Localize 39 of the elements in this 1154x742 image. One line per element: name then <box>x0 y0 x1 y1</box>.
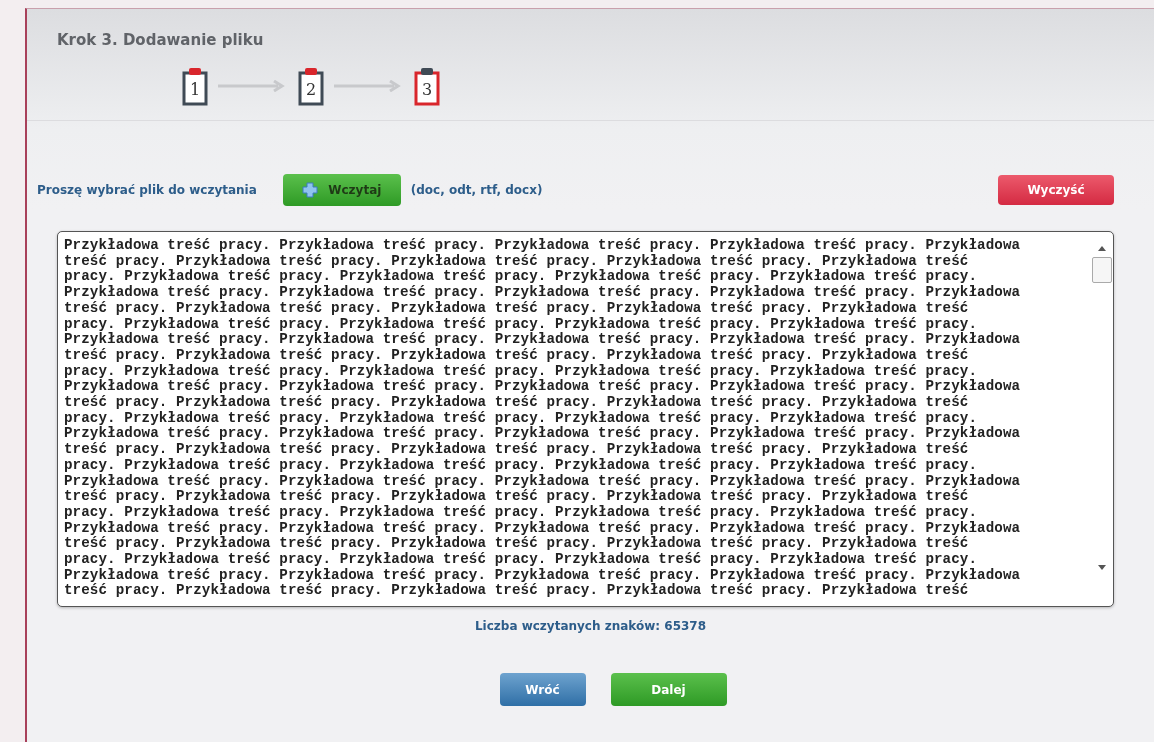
upload-button[interactable]: Wczytaj <box>282 174 401 206</box>
character-count: Liczba wczytanych znaków: 65378 <box>473 619 708 633</box>
back-button[interactable]: Wróć <box>499 673 586 706</box>
text-line: treść pracy. Przykładowa treść pracy. Przykładowa treść pracy. Przykładowa treść pracy. Przykładowa treść <box>64 395 970 411</box>
text-line: Przykładowa treść pracy. Przykładowa treść pracy. Przykładowa treść pracy. Przykładowa treść pracy. Przykładowa <box>64 520 1022 536</box>
text-line: treść pracy. Przykładowa treść pracy. Przykładowa treść pracy. Przykładowa treść pracy. Przykładowa treść <box>64 489 970 505</box>
text-line: Przykładowa treść pracy. Przykładowa treść pracy. Przykładowa treść pracy. Przykładowa treść pracy. Przykładowa <box>64 426 1022 442</box>
text-line: Przykładowa treść pracy. Przykładowa treść pracy. Przykładowa treść pracy. Przykładowa treść pracy. Przykładowa <box>64 285 1022 301</box>
text-line: pracy. Przykładowa treść pracy. Przykładowa treść pracy. Przykładowa treść pracy. Przykładowa treść pracy. <box>64 316 979 332</box>
text-line: treść pracy. Przykładowa treść pracy. Przykładowa treść pracy. Przykładowa treść pracy. Przykładowa treść <box>64 442 970 458</box>
text-area[interactable] <box>57 231 1114 607</box>
text-line: Przykładowa treść pracy. Przykładowa treść pracy. Przykładowa treść pracy. Przykładowa treść pracy. Przykładowa <box>64 379 1022 395</box>
text-line: Przykładowa treść pracy. Przykładowa treść pracy. Przykładowa treść pracy. Przykładowa treść pracy. Przykładowa <box>64 332 1022 348</box>
text-line: Przykładowa treść pracy. Przykładowa treść pracy. Przykładowa treść pracy. Przykładowa treść pracy. Przykładowa <box>64 567 1022 583</box>
text-line: Przykładowa treść pracy. Przykładowa treść pracy. Przykładowa treść pracy. Przykładowa treść pracy. Przykładowa <box>64 473 1022 489</box>
text-line: treść pracy. Przykładowa treść pracy. Przykładowa treść pracy. Przykładowa treść pracy. Przykładowa treść <box>64 300 970 317</box>
text-line: pracy. Przykładowa treść pracy. Przykładowa treść pracy. Przykładowa treść pracy. Przykładowa treść pracy. <box>64 410 979 426</box>
text-line: pracy. Przykładowa treść pracy. Przykładowa treść pracy. Przykładowa treść pracy. Przykładowa treść pracy. <box>64 269 979 285</box>
plus-icon <box>302 182 319 198</box>
step-number: 3 <box>420 80 434 99</box>
next-button[interactable]: Dalej <box>610 673 727 706</box>
text-line: treść pracy. Przykładowa treść pracy. Przykładowa treść pracy. Przykładowa treść pracy. Przykładowa treść <box>64 583 970 600</box>
text-line: pracy. Przykładowa treść pracy. Przykładowa treść pracy. Przykładowa treść pracy. Przykładowa treść pracy. <box>64 457 979 474</box>
scroll-down-icon <box>1098 565 1106 570</box>
step-number: 2 <box>304 80 318 99</box>
text-line: treść pracy. Przykładowa treść pracy. Przykładowa treść pracy. Przykładowa treść pracy. Przykładowa treść <box>64 253 970 269</box>
text-line: treść pracy. Przykładowa treść pracy. Przykładowa treść pracy. Przykładowa treść pracy. Przykładowa treść <box>64 347 970 364</box>
scroll-up-icon <box>1098 246 1106 251</box>
text-line: pracy. Przykładowa treść pracy. Przykładowa treść pracy. Przykładowa treść pracy. Przykładowa treść pracy. <box>64 552 979 568</box>
text-line: Przykładowa treść pracy. Przykładowa treść pracy. Przykładowa treść pracy. Przykładowa treść pracy. Przykładowa <box>64 238 1022 254</box>
upload-prompt: Proszę wybrać plik do wczytania <box>37 183 257 197</box>
clear-button[interactable]: Wyczyść <box>998 175 1114 205</box>
text-line: treść pracy. Przykładowa treść pracy. Przykładowa treść pracy. Przykładowa treść pracy. Przykładowa treść <box>64 536 970 552</box>
file-formats: (doc, odt, rtf, docx) <box>410 183 544 197</box>
page-title: Krok 3. Dodawanie pliku <box>56 30 265 49</box>
step-number: 1 <box>188 80 202 99</box>
text-line: pracy. Przykładowa treść pracy. Przykładowa treść pracy. Przykładowa treść pracy. Przykładowa treść pracy. <box>64 504 979 521</box>
scroll-thumb[interactable] <box>1092 257 1112 283</box>
text-line: pracy. Przykładowa treść pracy. Przykładowa treść pracy. Przykładowa treść pracy. Przykładowa treść pracy. <box>64 363 979 379</box>
